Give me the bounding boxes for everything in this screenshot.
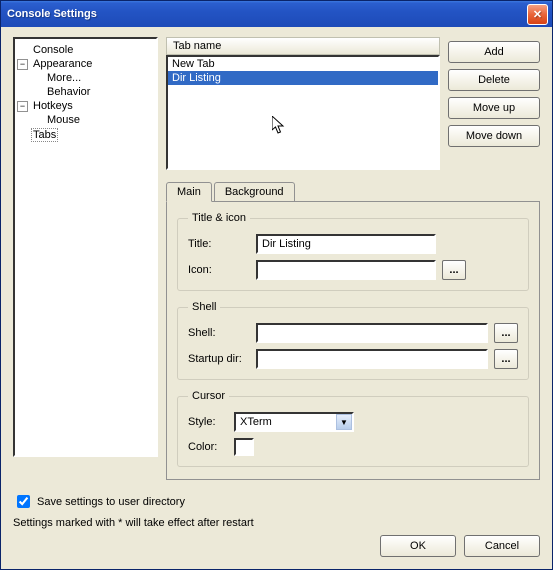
collapse-icon[interactable]: − xyxy=(17,101,28,112)
group-title-icon: Title & icon Title: Icon: ... xyxy=(177,212,529,291)
tree-item-more-[interactable]: More... xyxy=(17,71,154,85)
add-button[interactable]: Add xyxy=(448,41,540,63)
close-button[interactable]: ✕ xyxy=(527,4,548,25)
restart-note: Settings marked with * will take effect … xyxy=(13,517,540,529)
cursor-style-value: XTerm xyxy=(240,416,272,428)
close-icon: ✕ xyxy=(533,8,542,21)
tree-label: Appearance xyxy=(31,58,94,70)
tree-label: Mouse xyxy=(45,114,82,126)
label-icon: Icon: xyxy=(188,264,250,276)
label-cursor-style: Style: xyxy=(188,416,228,428)
cursor-style-combo[interactable]: XTerm ▼ xyxy=(234,412,354,432)
delete-button[interactable]: Delete xyxy=(448,69,540,91)
legend-title-icon: Title & icon xyxy=(188,212,250,224)
tree-label: Tabs xyxy=(31,128,58,142)
ellipsis-icon: ... xyxy=(449,264,458,276)
tree-label: Console xyxy=(31,44,75,56)
move-up-button[interactable]: Move up xyxy=(448,97,540,119)
tree-label: Hotkeys xyxy=(31,100,75,112)
ellipsis-icon: ... xyxy=(501,327,510,339)
save-to-user-dir-checkbox[interactable] xyxy=(17,495,30,508)
title-input[interactable] xyxy=(256,234,436,254)
legend-shell: Shell xyxy=(188,301,220,313)
chevron-down-icon: ▼ xyxy=(336,414,352,430)
tab-main[interactable]: Main xyxy=(166,182,212,202)
icon-browse-button[interactable]: ... xyxy=(442,260,466,280)
shell-browse-button[interactable]: ... xyxy=(494,323,518,343)
tree-label: Behavior xyxy=(45,86,92,98)
settings-tree[interactable]: Console−AppearanceMore...Behavior−Hotkey… xyxy=(13,37,158,457)
group-cursor: Cursor Style: XTerm ▼ Color: xyxy=(177,390,529,467)
collapse-icon[interactable]: − xyxy=(17,59,28,70)
tab-list[interactable]: New TabDir Listing xyxy=(166,55,440,170)
cursor-color-picker[interactable] xyxy=(234,438,254,456)
legend-cursor: Cursor xyxy=(188,390,229,402)
tree-item-behavior[interactable]: Behavior xyxy=(17,85,154,99)
titlebar: Console Settings ✕ xyxy=(1,1,552,27)
tree-label: More... xyxy=(45,72,83,84)
icon-input[interactable] xyxy=(256,260,436,280)
startup-dir-browse-button[interactable]: ... xyxy=(494,349,518,369)
list-item[interactable]: Dir Listing xyxy=(168,71,438,85)
tree-item-hotkeys[interactable]: −Hotkeys xyxy=(17,99,154,113)
label-shell: Shell: xyxy=(188,327,250,339)
client-area: Console−AppearanceMore...Behavior−Hotkey… xyxy=(1,27,552,569)
tab-list-header: Tab name xyxy=(166,37,440,55)
startup-dir-input[interactable] xyxy=(256,349,488,369)
label-title: Title: xyxy=(188,238,250,250)
tree-item-appearance[interactable]: −Appearance xyxy=(17,57,154,71)
shell-input[interactable] xyxy=(256,323,488,343)
tree-item-tabs[interactable]: Tabs xyxy=(17,127,154,143)
window-title: Console Settings xyxy=(7,8,527,20)
tree-item-mouse[interactable]: Mouse xyxy=(17,113,154,127)
move-down-button[interactable]: Move down xyxy=(448,125,540,147)
label-startup-dir: Startup dir: xyxy=(188,353,250,365)
save-to-user-dir-label[interactable]: Save settings to user directory xyxy=(37,496,185,508)
label-cursor-color: Color: xyxy=(188,441,228,453)
ellipsis-icon: ... xyxy=(501,353,510,365)
list-item[interactable]: New Tab xyxy=(168,57,438,71)
group-shell: Shell Shell: ... Startup dir: ... xyxy=(177,301,529,380)
ok-button[interactable]: OK xyxy=(380,535,456,557)
detail-tabpage-main: Title & icon Title: Icon: ... Shell xyxy=(166,202,540,480)
cancel-button[interactable]: Cancel xyxy=(464,535,540,557)
detail-tabstrip: Main Background xyxy=(166,182,540,202)
settings-dialog: Console Settings ✕ Console−AppearanceMor… xyxy=(0,0,553,570)
tab-background[interactable]: Background xyxy=(214,182,295,201)
tree-item-console[interactable]: Console xyxy=(17,43,154,57)
